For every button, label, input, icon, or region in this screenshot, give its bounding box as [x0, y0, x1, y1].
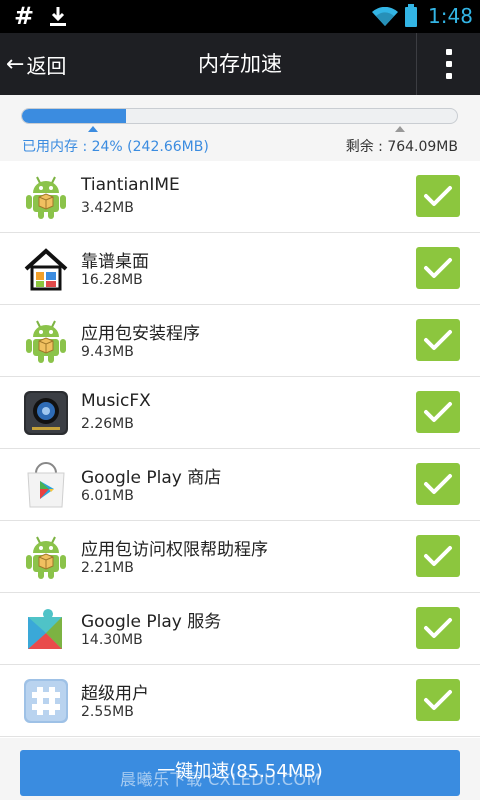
bottom-bar: 一键加速(85.54MB) — [0, 738, 480, 800]
hash-icon — [22, 677, 70, 725]
overflow-menu-button[interactable] — [417, 33, 480, 95]
app-row[interactable]: 应用包安装程序 9.43MB — [0, 305, 480, 377]
app-checkbox[interactable] — [416, 319, 460, 361]
download-icon — [50, 7, 66, 26]
app-size: 9.43MB — [81, 344, 134, 360]
app-row[interactable]: MusicFX 2.26MB — [0, 377, 480, 449]
android-icon — [22, 173, 70, 221]
puzzle-icon — [22, 605, 70, 653]
back-button[interactable]: ← 返回 — [0, 33, 80, 95]
memory-progress-fill — [22, 109, 127, 123]
memory-progress-bar — [21, 108, 458, 124]
one-click-boost-button[interactable]: 一键加速(85.54MB) — [20, 750, 460, 796]
app-name: TiantianIME — [81, 175, 180, 195]
app-row[interactable]: TiantianIME 3.42MB — [0, 161, 480, 233]
used-memory-label: 已用内存 : 24% (242.66MB) — [22, 139, 209, 155]
play-store-icon — [22, 461, 70, 509]
clock: 1:48 — [428, 4, 473, 28]
app-checkbox[interactable] — [416, 463, 460, 505]
app-checkbox[interactable] — [416, 607, 460, 649]
menu-dot-icon — [445, 49, 452, 55]
app-row[interactable]: 超级用户 2.55MB — [0, 665, 480, 737]
app-list: TiantianIME 3.42MB 靠谱桌面 16.28MB 应用包安装程序 9.43M… — [0, 161, 480, 738]
notification-hash-icon: # — [14, 2, 35, 30]
app-size: 16.28MB — [81, 272, 143, 288]
checkmark-icon — [423, 688, 453, 712]
checkmark-icon — [423, 328, 453, 352]
app-checkbox[interactable] — [416, 175, 460, 217]
checkmark-icon — [423, 616, 453, 640]
android-icon — [22, 533, 70, 581]
back-arrow-icon: ← — [6, 51, 25, 77]
app-row[interactable]: 靠谱桌面 16.28MB — [0, 233, 480, 305]
checkmark-icon — [423, 256, 453, 280]
app-checkbox[interactable] — [416, 247, 460, 289]
checkmark-icon — [423, 400, 453, 424]
memory-panel: 已用内存 : 24% (242.66MB) 剩余 : 764.09MB — [0, 95, 480, 162]
app-row[interactable]: Google Play 商店 6.01MB — [0, 449, 480, 521]
back-label: 返回 — [26, 53, 67, 78]
home-launcher-icon — [22, 245, 70, 293]
app-size: 2.26MB — [81, 416, 134, 432]
app-checkbox[interactable] — [416, 535, 460, 577]
app-checkbox[interactable] — [416, 391, 460, 433]
app-size: 3.42MB — [81, 200, 134, 216]
app-name: 靠谱桌面 — [81, 252, 149, 272]
app-size: 2.21MB — [81, 560, 134, 576]
wifi-icon — [372, 7, 398, 26]
menu-dot-icon — [445, 73, 452, 79]
app-checkbox[interactable] — [416, 679, 460, 721]
app-name: 超级用户 — [81, 684, 149, 704]
status-bar: # 1:48 — [0, 0, 480, 33]
menu-dot-icon — [445, 61, 452, 67]
app-name: 应用包安装程序 — [81, 324, 200, 344]
app-name: MusicFX — [81, 391, 151, 411]
remaining-memory-label: 剩余 : 764.09MB — [345, 139, 458, 155]
checkmark-icon — [423, 184, 453, 208]
title-bar: ← 返回 内存加速 — [0, 33, 480, 95]
android-icon — [22, 317, 70, 365]
app-name: 应用包访问权限帮助程序 — [81, 540, 268, 560]
checkmark-icon — [423, 472, 453, 496]
battery-icon — [405, 4, 417, 27]
app-size: 14.30MB — [81, 632, 143, 648]
app-row[interactable]: 应用包访问权限帮助程序 2.21MB — [0, 521, 480, 593]
app-size: 6.01MB — [81, 488, 134, 504]
speaker-icon — [22, 389, 70, 437]
app-row[interactable]: Google Play 服务 14.30MB — [0, 593, 480, 665]
remain-marker-icon — [395, 126, 405, 132]
used-marker-icon — [88, 126, 98, 132]
checkmark-icon — [423, 544, 453, 568]
app-name: Google Play 商店 — [81, 468, 222, 488]
app-name: Google Play 服务 — [81, 612, 222, 632]
app-size: 2.55MB — [81, 704, 134, 720]
